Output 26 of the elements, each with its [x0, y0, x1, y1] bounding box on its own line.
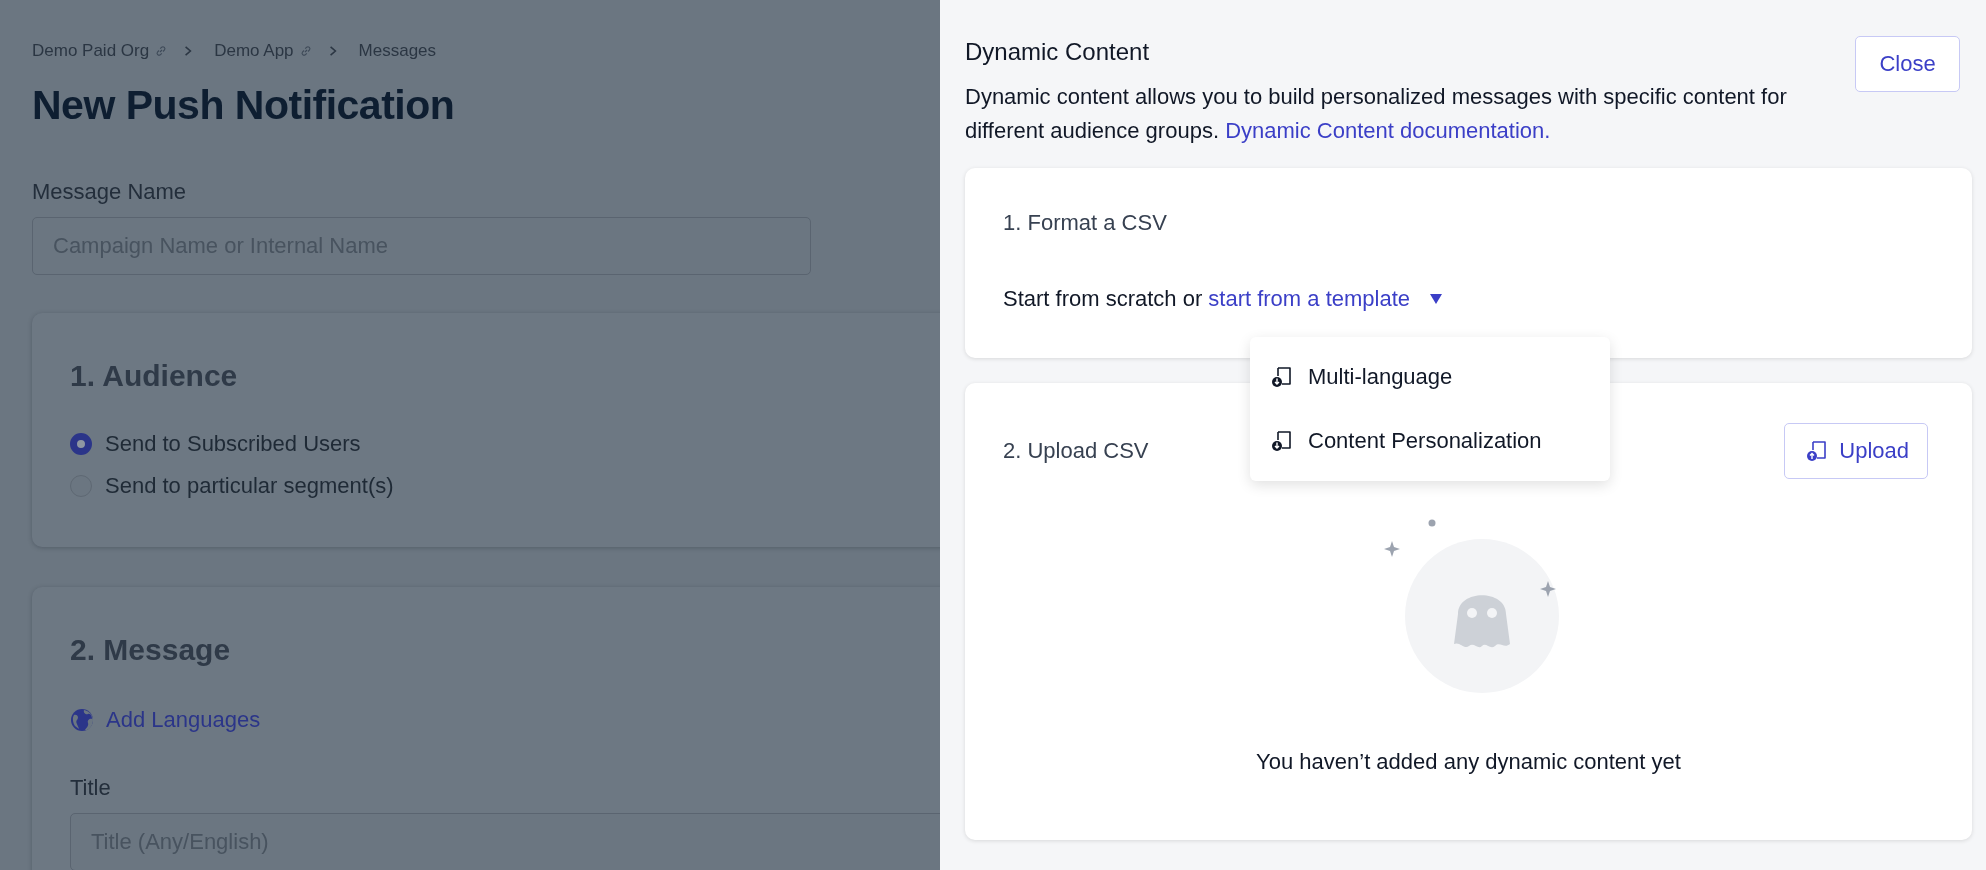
upload-button[interactable]: Upload [1784, 423, 1928, 479]
radio-label: Send to particular segment(s) [105, 473, 394, 499]
empty-state-message: You haven’t added any dynamic content yet [1256, 749, 1681, 775]
globe-icon [70, 708, 94, 732]
close-button[interactable]: Close [1855, 36, 1960, 92]
documentation-link[interactable]: Dynamic Content documentation. [1225, 118, 1551, 143]
drawer-title: Dynamic Content [965, 38, 1151, 66]
template-dropdown-link[interactable]: start from a template [1208, 286, 1411, 312]
link-icon [298, 44, 313, 58]
start-text: Start from scratch or [1003, 286, 1203, 312]
radio-label: Send to Subscribed Users [105, 431, 361, 457]
link-icon [154, 44, 169, 58]
file-download-icon [1270, 429, 1294, 453]
radio-button[interactable] [70, 433, 92, 455]
step-heading: 1. Format a CSV [1003, 210, 1168, 236]
section-heading: 1. Audience [70, 359, 239, 393]
drawer-description: Dynamic content allows you to build personalized messages with specific content for different audience groups. Dynamic Content documentation. [965, 83, 1788, 145]
caret-icon [1430, 294, 1443, 304]
field-label: Message Name [32, 179, 188, 205]
step-heading: 2. Upload CSV [1003, 438, 1149, 464]
file-download-icon [1270, 365, 1294, 389]
section-heading: 2. Message [70, 633, 232, 667]
field-label: Title [70, 775, 112, 801]
template-menu-item[interactable]: Multi-language [1250, 345, 1610, 409]
page-title: New Push Notification [32, 82, 456, 129]
template-menu-item[interactable]: Content Personalization [1250, 409, 1610, 473]
